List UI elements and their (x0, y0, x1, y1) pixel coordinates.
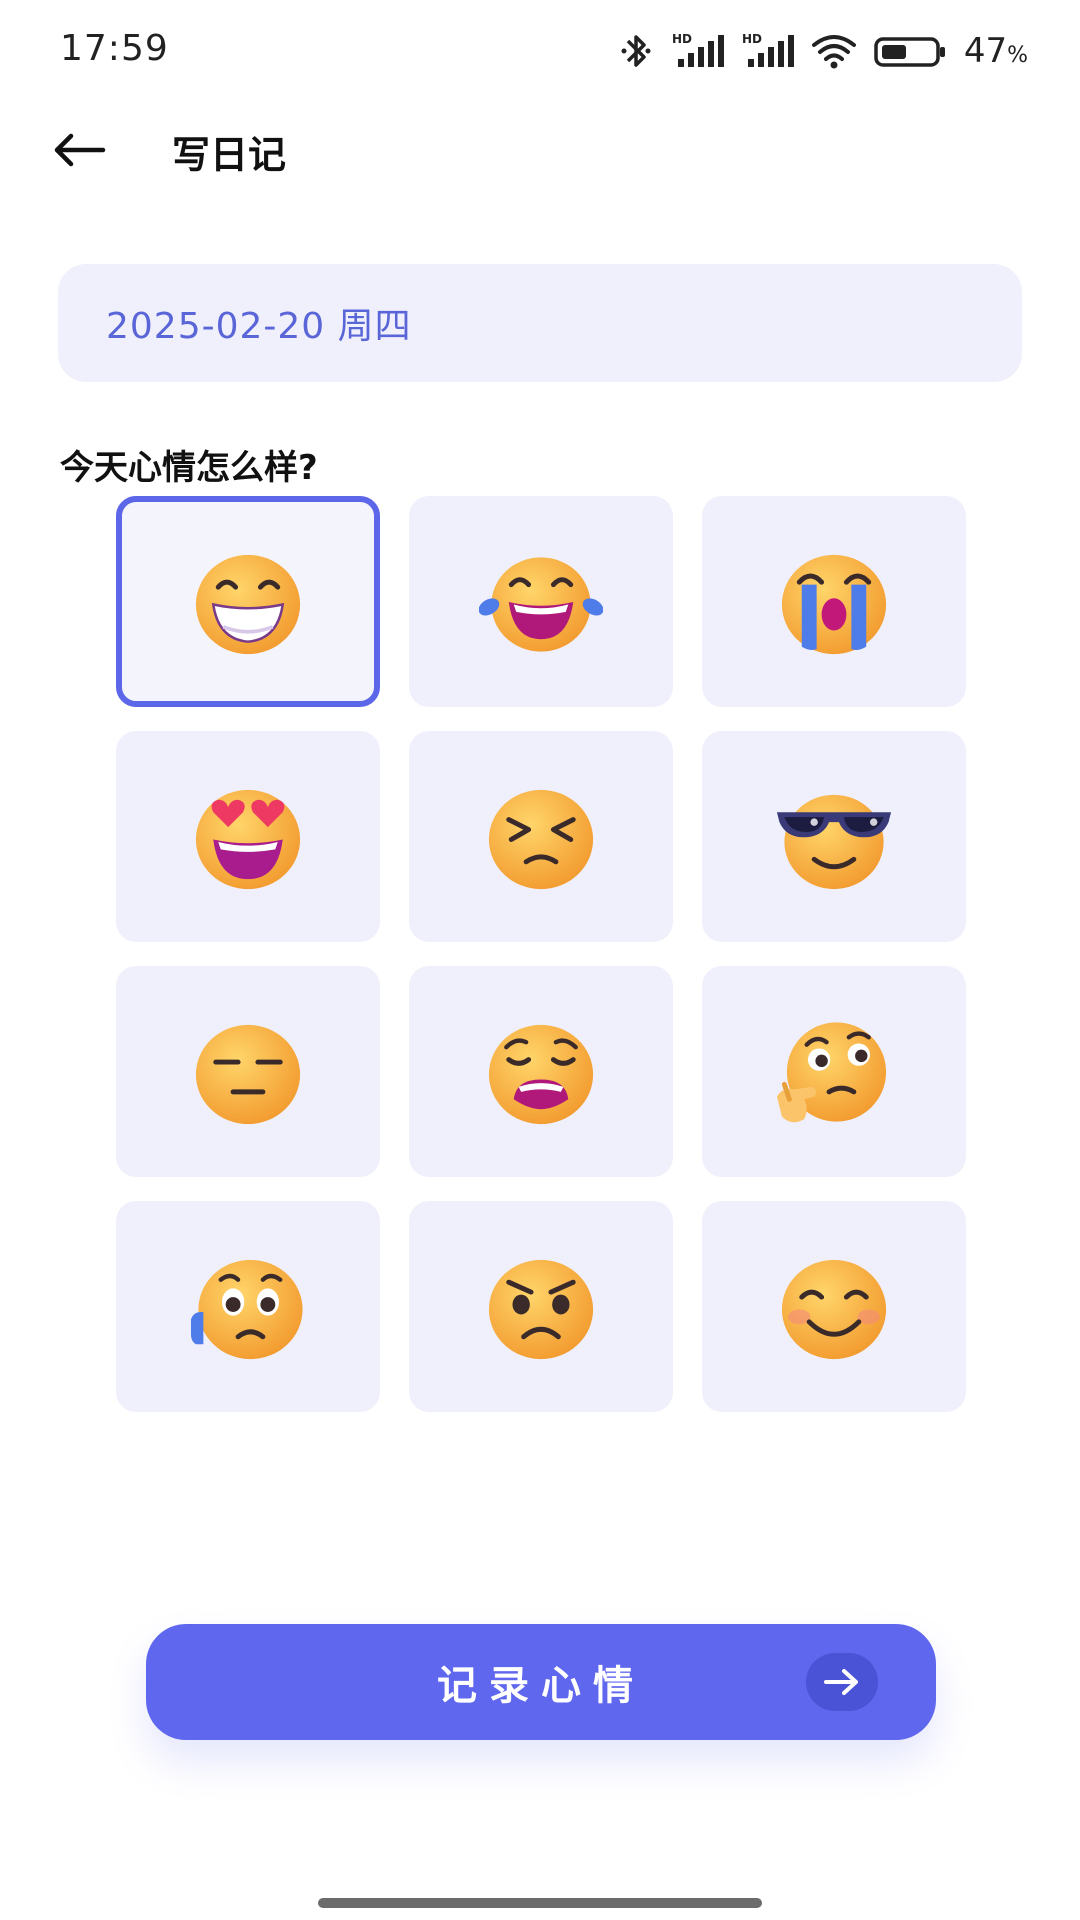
mood-option[interactable] (409, 966, 673, 1177)
home-indicator[interactable] (318, 1898, 762, 1908)
mood-option[interactable] (702, 1201, 966, 1412)
anxious-sweat-face-icon (190, 1259, 303, 1359)
record-mood-button[interactable]: 记录心情 (146, 1624, 936, 1740)
grinning-face-icon (195, 554, 301, 654)
mood-option[interactable] (409, 496, 673, 707)
status-icons: HD HD 47% (618, 30, 1028, 72)
page-title: 写日记 (172, 133, 287, 177)
mood-option[interactable] (116, 731, 380, 942)
signal-hd-icon: HD (672, 32, 724, 67)
heart-eyes-face-icon (195, 789, 301, 889)
svg-text:HD: HD (742, 32, 762, 46)
back-arrow-icon (54, 133, 106, 167)
wifi-icon (811, 35, 856, 69)
sunglasses-face-icon (776, 794, 892, 889)
status-bar: 17:59 HD HD 47% (0, 0, 1080, 100)
mood-option[interactable] (409, 1201, 673, 1412)
mood-option[interactable] (702, 496, 966, 707)
signal-hd-icon: HD (742, 32, 794, 67)
arrow-right-icon (806, 1653, 878, 1711)
back-button[interactable] (44, 120, 114, 180)
tears-of-joy-face-icon (479, 556, 603, 652)
weary-face-icon (488, 1024, 594, 1124)
date-text: 2025-02-20 周四 (106, 306, 412, 347)
status-time: 17:59 (60, 28, 169, 69)
thinking-face-icon (776, 1021, 887, 1122)
bluetooth-icon (621, 35, 651, 67)
expressionless-face-icon (195, 1024, 301, 1124)
tired-squint-face-icon (488, 789, 594, 889)
smiling-face-icon (781, 1259, 887, 1359)
date-picker[interactable]: 2025-02-20 周四 (58, 264, 1022, 382)
battery-icon (874, 37, 945, 67)
battery-percent: 47% (963, 31, 1028, 71)
mood-grid (116, 496, 966, 1412)
header: 写日记 (0, 110, 1080, 192)
mood-question: 今天心情怎么样? (60, 448, 318, 488)
mood-option[interactable] (116, 966, 380, 1177)
mood-option[interactable] (116, 496, 380, 707)
mood-option[interactable] (116, 1201, 380, 1412)
mood-option[interactable] (409, 731, 673, 942)
mood-option[interactable] (702, 731, 966, 942)
record-mood-label: 记录心情 (437, 1663, 645, 1709)
diary-page: 17:59 HD HD 47% 写日记 2025-02-20 周四 今天心情怎么… (0, 0, 1080, 1920)
svg-text:HD: HD (672, 32, 692, 46)
angry-face-icon (488, 1259, 594, 1359)
mood-option[interactable] (702, 966, 966, 1177)
crying-face-icon (781, 554, 887, 654)
